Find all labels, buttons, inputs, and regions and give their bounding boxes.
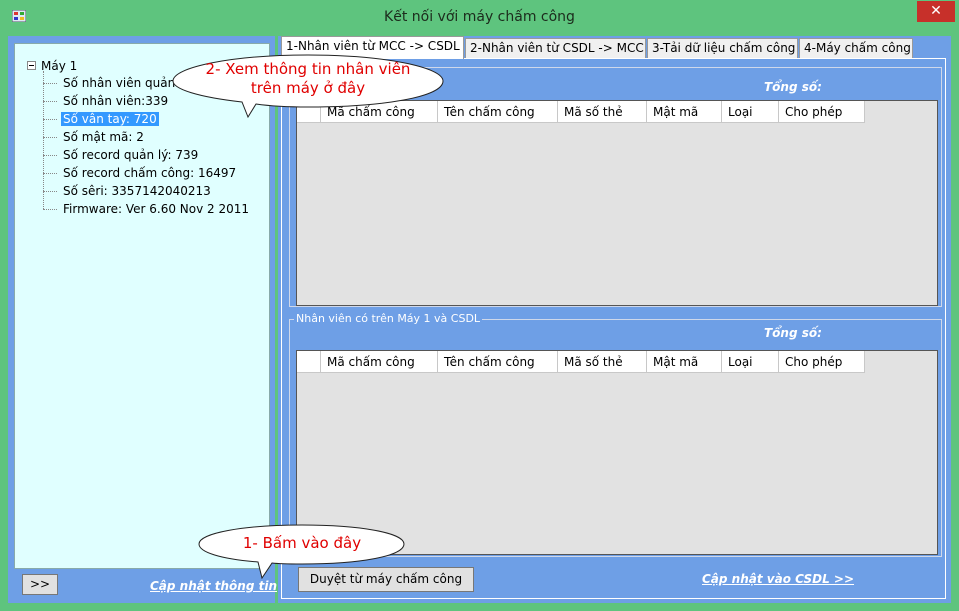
tab-device[interactable]: 4-Máy chấm công — [799, 38, 913, 58]
tree-item-selected[interactable]: Số vân tay: 720 — [43, 111, 159, 127]
tree-item-label[interactable]: Số sêri: 3357142040213 — [61, 184, 213, 198]
col-cho-phep[interactable]: Cho phép — [779, 351, 865, 373]
window-edge — [0, 33, 3, 611]
close-button[interactable]: ✕ — [917, 1, 955, 22]
update-db-link[interactable]: Cập nhật vào CSDL >> — [702, 572, 854, 586]
col-ma-so-the[interactable]: Mã số thẻ — [558, 101, 647, 123]
callout-text: 1- Bấm vào đây — [242, 534, 362, 552]
tree-item[interactable]: Số nhân viên:339 — [43, 93, 170, 109]
tree-root[interactable]: Máy 1 — [27, 58, 77, 73]
tab-content: Tổng số: Mã chấm công Tên chấm công Mã s… — [281, 58, 946, 599]
col-loai[interactable]: Loại — [722, 101, 779, 123]
col-ma-cham-cong[interactable]: Mã chấm công — [321, 351, 438, 373]
callout-text-line2: trên máy ở đây — [250, 79, 366, 97]
col-loai[interactable]: Loại — [722, 351, 779, 373]
group-title: Nhân viên có trên Máy 1 và CSDL — [294, 312, 483, 325]
tree-item-label[interactable]: Số nhân viên quản — [61, 76, 177, 90]
tree-item-label[interactable]: Số nhân viên:339 — [61, 94, 170, 108]
title-bar[interactable]: Kết nối với máy chấm công ✕ — [0, 0, 959, 33]
tree-item-label[interactable]: Firmware: Ver 6.60 Nov 2 2011 — [61, 202, 251, 216]
tree-item-label[interactable]: Số vân tay: 720 — [61, 112, 159, 126]
tree-item-label[interactable]: Số record chấm công: 16497 — [61, 166, 238, 180]
tree-item[interactable]: Số record quản lý: 739 — [43, 147, 200, 163]
tree-item[interactable]: Số record chấm công: 16497 — [43, 165, 238, 181]
window-title: Kết nối với máy chấm công — [384, 9, 575, 25]
col-ma-so-the[interactable]: Mã số thẻ — [558, 351, 647, 373]
expand-button[interactable]: >> — [22, 574, 58, 595]
col-cho-phep[interactable]: Cho phép — [779, 101, 865, 123]
employee-grid-1[interactable]: Mã chấm công Tên chấm công Mã số thẻ Mật… — [296, 100, 938, 306]
total-label: Tổng số: — [764, 326, 822, 340]
tree-item-label[interactable]: Số mật mã: 2 — [61, 130, 146, 144]
col-mat-ma[interactable]: Mật mã — [647, 101, 722, 123]
callout-text-line1: 2- Xem thông tin nhân viên — [205, 60, 411, 78]
callout-view-info: 2- Xem thông tin nhân viên trên máy ở đâ… — [168, 53, 448, 123]
tree-root-label[interactable]: Máy 1 — [41, 59, 77, 73]
callout-click-here: 1- Bấm vào đây — [196, 522, 408, 582]
tree-item[interactable]: Số nhân viên quản — [43, 75, 177, 91]
tab-download-attendance[interactable]: 3-Tải dữ liệu chấm công — [647, 38, 798, 58]
col-ten-cham-cong[interactable]: Tên chấm công — [438, 101, 558, 123]
tree-item[interactable]: Firmware: Ver 6.60 Nov 2 2011 — [43, 201, 251, 217]
tree-item[interactable]: Số sêri: 3357142040213 — [43, 183, 213, 199]
col-ten-cham-cong[interactable]: Tên chấm công — [438, 351, 558, 373]
grid-header: Mã chấm công Tên chấm công Mã số thẻ Mật… — [297, 351, 865, 373]
tree-item-label[interactable]: Số record quản lý: 739 — [61, 148, 200, 162]
col-mat-ma[interactable]: Mật mã — [647, 351, 722, 373]
row-header-column — [297, 351, 321, 373]
tab-db-to-mcc[interactable]: 2-Nhân viên từ CSDL -> MCC — [465, 38, 646, 58]
tree-item[interactable]: Số mật mã: 2 — [43, 129, 146, 145]
total-label: Tổng số: — [764, 80, 822, 94]
collapse-icon[interactable] — [27, 61, 36, 70]
